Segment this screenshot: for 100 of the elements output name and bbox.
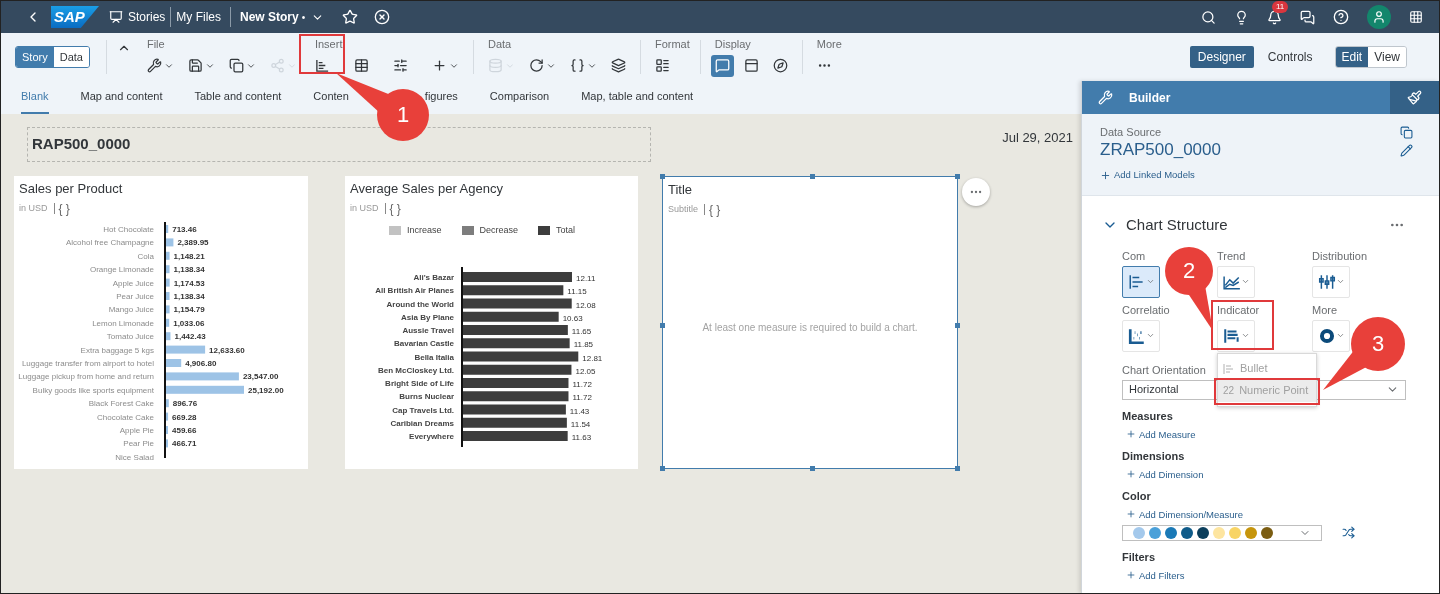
chart-title: Sales per Product bbox=[19, 181, 124, 197]
resize-handle[interactable] bbox=[955, 322, 960, 328]
bar bbox=[166, 318, 170, 327]
bell-icon[interactable] bbox=[1267, 9, 1282, 25]
chart-type-label: Correlatio bbox=[1122, 303, 1171, 317]
braces-icon bbox=[569, 58, 585, 73]
copy-icon[interactable] bbox=[1400, 126, 1413, 139]
chart-type-label: Com bbox=[1122, 249, 1147, 263]
callout-number: 3 bbox=[1371, 332, 1385, 356]
value-label: 12.05 bbox=[575, 366, 596, 376]
notification-count: 11 bbox=[1272, 1, 1289, 13]
data-source-name[interactable]: ZRAP500_0000 bbox=[1100, 139, 1221, 161]
field-section-title: Filters bbox=[1122, 550, 1155, 564]
mode-tab[interactable]: Controls bbox=[1259, 46, 1321, 68]
resize-handle[interactable] bbox=[955, 174, 960, 179]
view-toggle-button[interactable]: Story bbox=[16, 47, 54, 67]
compass-icon bbox=[772, 58, 788, 73]
category-label: Cola bbox=[137, 251, 154, 261]
caret-icon bbox=[1145, 331, 1155, 340]
story-title[interactable]: New Story bbox=[240, 8, 299, 26]
lightbulb-icon[interactable] bbox=[1234, 9, 1249, 25]
bar bbox=[166, 345, 206, 354]
breadcrumb-link[interactable]: My Files bbox=[176, 8, 222, 26]
layout-tab[interactable]: Map and content bbox=[80, 81, 163, 114]
add-link[interactable]: Add Dimension bbox=[1126, 468, 1204, 480]
chart-type-label: Indicator bbox=[1217, 303, 1261, 317]
bullet-chart-icon bbox=[1222, 326, 1241, 345]
plus-icon bbox=[1126, 570, 1136, 580]
group-label: File bbox=[145, 37, 166, 51]
bar bbox=[166, 264, 170, 273]
save-icon bbox=[187, 58, 203, 73]
caret-icon bbox=[1335, 331, 1345, 340]
palette-select[interactable] bbox=[1122, 524, 1322, 541]
bar bbox=[166, 278, 170, 287]
edit-icon[interactable] bbox=[1400, 144, 1413, 157]
unsaved-mark: • bbox=[301, 10, 306, 25]
bar bbox=[166, 304, 170, 313]
numeric-point-glyph: 22 bbox=[1223, 384, 1235, 398]
braces-mark[interactable]: { } bbox=[709, 203, 721, 216]
legend-label: Total bbox=[556, 223, 576, 237]
chart-subtitle: in USD bbox=[350, 202, 379, 215]
value-label: 713.46 bbox=[172, 224, 197, 234]
chart-type-button[interactable] bbox=[1122, 265, 1160, 298]
builder-title: Builder bbox=[1129, 89, 1171, 107]
add-link[interactable]: Add Measure bbox=[1126, 428, 1196, 440]
category-label: Bulky goods like sports equipment bbox=[32, 385, 154, 395]
category-label: Pear Juice bbox=[116, 291, 154, 301]
close-icon[interactable] bbox=[374, 9, 391, 25]
category-label: Alcohol free Champagne bbox=[65, 237, 154, 247]
braces-mark[interactable]: { } bbox=[58, 202, 70, 215]
braces-mark[interactable]: { } bbox=[389, 202, 401, 215]
category-label: Orange Limonade bbox=[89, 264, 154, 274]
view-toggle-button[interactable]: Data bbox=[53, 47, 89, 67]
chart-card[interactable] bbox=[345, 176, 638, 469]
value-label: 11.72 bbox=[572, 393, 592, 403]
breadcrumb-link[interactable]: Stories bbox=[128, 8, 166, 26]
value-label: 12,633.60 bbox=[209, 345, 245, 355]
category-label: Tomato Juice bbox=[106, 331, 154, 341]
value-label: 4,906.80 bbox=[185, 358, 217, 368]
help-icon[interactable] bbox=[1333, 9, 1349, 25]
plus-icon bbox=[1126, 469, 1136, 479]
resize-handle[interactable] bbox=[660, 174, 665, 179]
category-label: All British Air Planes bbox=[375, 286, 454, 296]
avatar[interactable] bbox=[1367, 5, 1391, 29]
value-label: 1,148.21 bbox=[173, 251, 205, 261]
apps-icon[interactable] bbox=[1409, 10, 1423, 24]
bar bbox=[166, 398, 169, 407]
group-label: Display bbox=[713, 37, 752, 51]
value-label: 11.65 bbox=[571, 327, 592, 336]
star-icon[interactable] bbox=[342, 9, 359, 25]
add-linked-models-link[interactable]: Add Linked Models bbox=[1100, 168, 1221, 183]
add-link[interactable]: Add Dimension/Measure bbox=[1126, 508, 1244, 520]
mode-tab[interactable]: Designer bbox=[1189, 46, 1254, 68]
resize-handle[interactable] bbox=[810, 466, 815, 471]
highlight-frame bbox=[1211, 299, 1274, 350]
value-label: 25,192.00 bbox=[248, 385, 284, 395]
resize-handle[interactable] bbox=[810, 174, 815, 179]
value-label: 11.54 bbox=[570, 419, 591, 429]
resize-handle[interactable] bbox=[955, 466, 960, 471]
chart-card[interactable]: Title Subtitle { } At least one measure is required to build a chart. bbox=[662, 176, 958, 469]
field-section-title: Measures bbox=[1122, 409, 1173, 423]
layout-tab[interactable]: Table and content bbox=[194, 81, 282, 114]
layout-tab[interactable]: Comparison bbox=[489, 81, 550, 114]
chat-icon[interactable] bbox=[1300, 9, 1315, 25]
add-link[interactable]: Add Filters bbox=[1126, 569, 1185, 581]
resize-handle[interactable] bbox=[660, 466, 665, 471]
styling-button[interactable] bbox=[1390, 81, 1439, 114]
value-label: 1,154.79 bbox=[173, 304, 205, 314]
field-label: Chart Orientation bbox=[1122, 363, 1206, 377]
value-label: 11.85 bbox=[573, 340, 594, 350]
legend-label: Decrease bbox=[479, 223, 519, 237]
swap-icon[interactable] bbox=[1342, 526, 1355, 539]
edit-toggle-button[interactable]: Edit bbox=[1335, 47, 1369, 67]
search-icon[interactable] bbox=[1201, 9, 1216, 25]
layout-tab[interactable]: Map, table and content bbox=[581, 81, 694, 114]
field-section-title: Color bbox=[1122, 489, 1151, 503]
logo[interactable]: SAP bbox=[51, 6, 99, 28]
edit-toggle-button[interactable]: View bbox=[1368, 47, 1406, 67]
resize-handle[interactable] bbox=[660, 322, 665, 328]
category-label: Luggage transfer from airport to hotel bbox=[21, 358, 154, 368]
